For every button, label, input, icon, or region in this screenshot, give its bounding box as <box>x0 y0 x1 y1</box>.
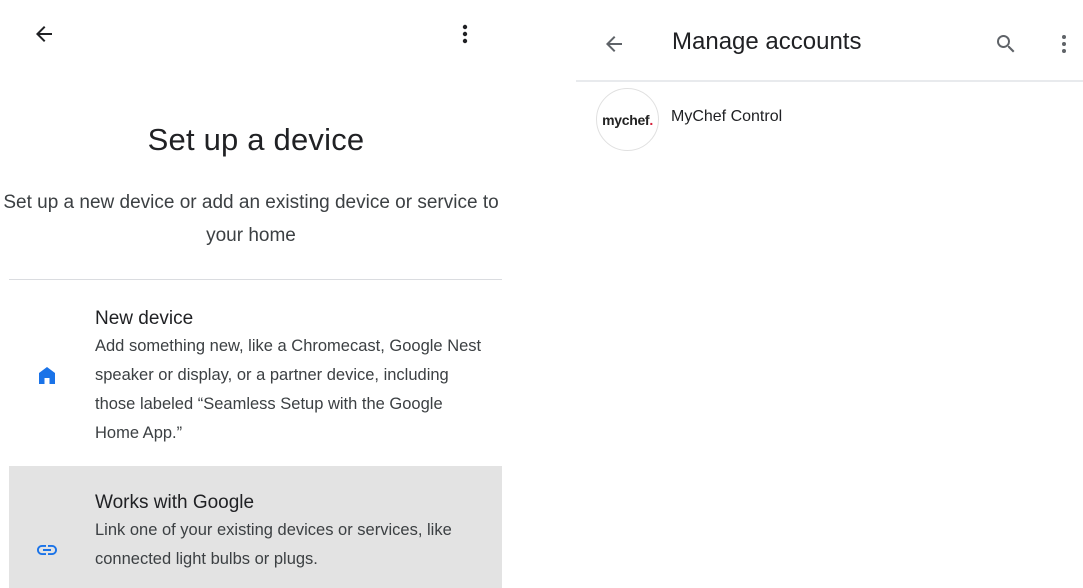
page-title: Manage accounts <box>672 28 862 55</box>
search-button[interactable] <box>986 24 1026 64</box>
works-with-google-title: Works with Google <box>95 492 255 513</box>
logo-dot: . <box>649 111 653 128</box>
more-options-button[interactable] <box>445 14 485 54</box>
new-device-description: Add something new, like a Chromecast, Go… <box>95 337 482 442</box>
arrow-back-icon <box>36 26 52 42</box>
back-button[interactable] <box>24 14 64 54</box>
search-icon <box>997 35 1015 53</box>
more-options-button[interactable] <box>1044 24 1083 64</box>
home-icon <box>35 364 59 388</box>
more-vert-icon <box>462 24 468 44</box>
new-device-title: New device <box>95 308 194 329</box>
manage-accounts-screen: Manage accounts mychef. MyChef Control <box>576 0 1083 588</box>
new-device-option[interactable]: New device Add something new, like a Chr… <box>9 292 502 462</box>
logo-text: mychef <box>602 111 650 128</box>
setup-device-screen: Set up a device Set up a new device or a… <box>0 0 502 588</box>
link-icon <box>35 538 59 562</box>
account-name: MyChef Control <box>671 108 783 125</box>
more-vert-icon <box>1062 35 1066 53</box>
works-with-google-option[interactable]: Works with Google Link one of your exist… <box>9 466 502 588</box>
arrow-back-icon <box>606 36 622 52</box>
works-with-google-description: Link one of your existing devices or ser… <box>95 521 452 568</box>
page-subtitle: Set up a new device or add an existing d… <box>3 192 499 246</box>
mychef-logo: mychef. <box>596 88 659 151</box>
back-button[interactable] <box>594 24 634 64</box>
screenshot-root: Set up a device Set up a new device or a… <box>0 0 1083 588</box>
divider <box>9 279 502 280</box>
app-bar: Manage accounts <box>576 0 1083 82</box>
page-title: Set up a device <box>147 122 365 157</box>
account-list-item[interactable]: mychef. MyChef Control <box>576 86 1083 151</box>
